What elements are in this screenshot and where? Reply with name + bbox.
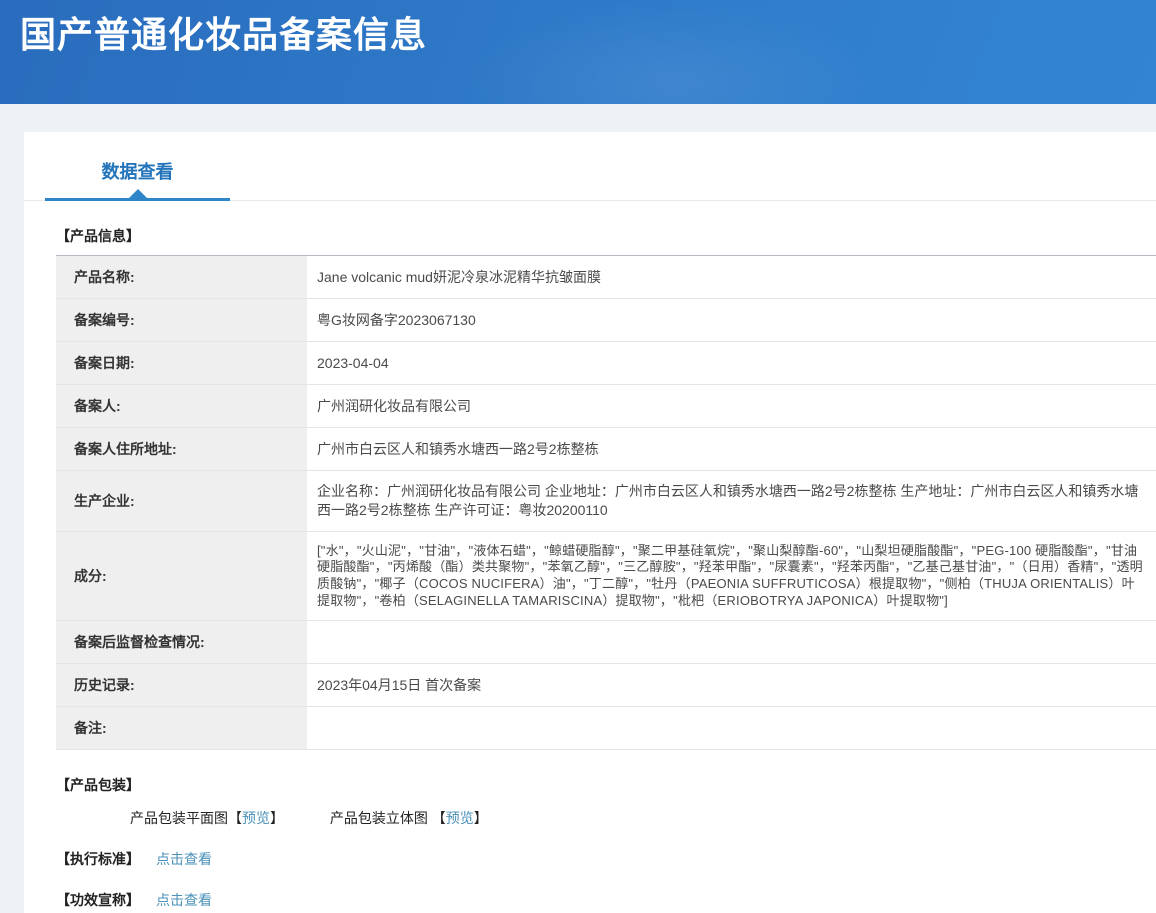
tab-data-view[interactable]: 数据查看 — [45, 158, 230, 201]
ingredients-value: ["水"，"火山泥"，"甘油"，"液体石蜡"，"鲸蜡硬脂醇"，"聚二甲基硅氧烷"… — [307, 531, 1156, 621]
history-row: 历史记录: 2023年04月15日 首次备案 — [56, 664, 1156, 707]
packaging-section-title: 【产品包装】 — [56, 775, 1156, 795]
product-name-label: 产品名称: — [56, 256, 307, 299]
bracket-open: 【 — [228, 810, 242, 826]
content-card: 数据查看 【产品信息】 产品名称: Jane volcanic mud妍泥冷泉冰… — [24, 132, 1156, 913]
bracket-close: 】 — [474, 810, 488, 826]
packaging-stereo-label: 产品包装立体图 — [330, 810, 432, 826]
tab-data-view-label: 数据查看 — [102, 162, 174, 182]
supervision-value — [307, 621, 1156, 664]
history-label: 历史记录: — [56, 664, 307, 707]
manufacturer-value: 企业名称：广州润研化妆品有限公司 企业地址：广州市白云区人和镇秀水塘西一路2号2… — [307, 471, 1156, 532]
product-name-value: Jane volcanic mud妍泥冷泉冰泥精华抗皱面膜 — [307, 256, 1156, 299]
ingredients-row: 成分: ["水"，"火山泥"，"甘油"，"液体石蜡"，"鲸蜡硬脂醇"，"聚二甲基… — [56, 531, 1156, 621]
packaging-stereo-item: 产品包装立体图 【预览】 — [330, 810, 488, 826]
tab-bar: 数据查看 — [24, 132, 1156, 201]
registrant-address-row: 备案人住所地址: 广州市白云区人和镇秀水塘西一路2号2栋整栋 — [56, 428, 1156, 471]
tab-active-arrow-icon — [129, 189, 147, 198]
packaging-stereo-preview-link[interactable]: 预览 — [446, 810, 474, 826]
bracket-open: 【 — [432, 810, 446, 826]
manufacturer-label: 生产企业: — [56, 471, 307, 532]
history-value: 2023年04月15日 首次备案 — [307, 664, 1156, 707]
standard-section-title: 【执行标准】 — [56, 851, 140, 867]
ingredients-label: 成分: — [56, 531, 307, 621]
record-date-row: 备案日期: 2023-04-04 — [56, 342, 1156, 385]
record-date-value: 2023-04-04 — [307, 342, 1156, 385]
packaging-flat-item: 产品包装平面图【预览】 — [130, 810, 288, 826]
registrant-value: 广州润研化妆品有限公司 — [307, 385, 1156, 428]
remarks-value — [307, 707, 1156, 750]
page-header: 国产普通化妆品备案信息 — [0, 0, 1156, 104]
remarks-label: 备注: — [56, 707, 307, 750]
product-name-row: 产品名称: Jane volcanic mud妍泥冷泉冰泥精华抗皱面膜 — [56, 256, 1156, 299]
registrant-label: 备案人: — [56, 385, 307, 428]
manufacturer-row: 生产企业: 企业名称：广州润研化妆品有限公司 企业地址：广州市白云区人和镇秀水塘… — [56, 471, 1156, 532]
record-number-row: 备案编号: 粤G妆网备字2023067130 — [56, 299, 1156, 342]
registrant-address-label: 备案人住所地址: — [56, 428, 307, 471]
efficacy-line: 【功效宣称】点击查看 — [56, 890, 1156, 910]
remarks-row: 备注: — [56, 707, 1156, 750]
registrant-address-value: 广州市白云区人和镇秀水塘西一路2号2栋整栋 — [307, 428, 1156, 471]
registrant-row: 备案人: 广州润研化妆品有限公司 — [56, 385, 1156, 428]
efficacy-section-title: 【功效宣称】 — [56, 892, 140, 908]
record-date-label: 备案日期: — [56, 342, 307, 385]
supervision-row: 备案后监督检查情况: — [56, 621, 1156, 664]
packaging-flat-label: 产品包装平面图 — [130, 810, 228, 826]
efficacy-view-link[interactable]: 点击查看 — [156, 892, 212, 908]
standard-view-link[interactable]: 点击查看 — [156, 851, 212, 867]
packaging-flat-preview-link[interactable]: 预览 — [242, 810, 270, 826]
packaging-line: 产品包装平面图【预览】 产品包装立体图 【预览】 — [130, 808, 1156, 828]
bracket-close: 】 — [270, 810, 284, 826]
product-info-section-title: 【产品信息】 — [56, 226, 1156, 246]
standard-line: 【执行标准】点击查看 — [56, 849, 1156, 869]
record-number-label: 备案编号: — [56, 299, 307, 342]
record-number-value: 粤G妆网备字2023067130 — [307, 299, 1156, 342]
product-info-table: 产品名称: Jane volcanic mud妍泥冷泉冰泥精华抗皱面膜 备案编号… — [56, 255, 1156, 750]
page-title: 国产普通化妆品备案信息 — [0, 0, 1156, 59]
supervision-label: 备案后监督检查情况: — [56, 621, 307, 664]
